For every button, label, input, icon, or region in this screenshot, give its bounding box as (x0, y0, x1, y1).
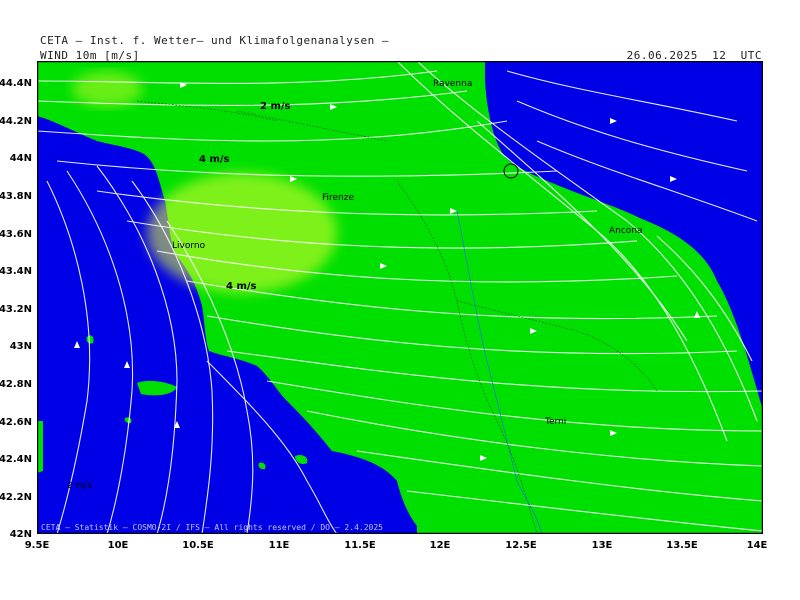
lat-tick-label: 42.8N (0, 379, 32, 390)
lon-tick-label: 13E (591, 540, 613, 551)
speed-label-4ms-north: 4 m/s (199, 154, 230, 165)
high-wind-region-north (72, 71, 142, 107)
lon-tick-label: 9.5E (24, 540, 50, 551)
city-livorno: Livorno (172, 241, 206, 251)
lat-tick-label: 43.4N (0, 266, 32, 277)
city-terni: Terni (545, 417, 567, 427)
city-ravenna: Ravenna (433, 79, 473, 89)
speed-label-4ms-south: 4 m/s (226, 281, 257, 292)
lat-tick-label: 44N (9, 153, 32, 164)
lat-tick-label: 43N (9, 341, 32, 352)
lon-tick-label: 13.5E (666, 540, 698, 551)
lon-tick-label: 12E (429, 540, 451, 551)
copyright-note: CETA – Statistik – COSMO-2I / IFS – All … (41, 523, 383, 532)
lat-tick-label: 44.4N (0, 78, 32, 89)
lat-tick-label: 43.2N (0, 304, 32, 315)
city-ancona: Ancona (609, 226, 643, 236)
lat-tick-label: 42.2N (0, 492, 32, 503)
lat-tick-label: 43.6N (0, 229, 32, 240)
lon-tick-label: 12.5E (505, 540, 537, 551)
lon-tick-label: 11E (268, 540, 290, 551)
lat-tick-label: 42N (9, 529, 32, 540)
lat-tick-label: 43.8N (0, 191, 32, 202)
wind-map: 2 m/s 4 m/s 4 m/s 2 m/s Ravenna Firenze … (37, 61, 763, 534)
lat-tick-label: 42.4N (0, 454, 32, 465)
institution-title: CETA – Inst. f. Wetter– und Klimafolgena… (40, 34, 390, 47)
lon-tick-label: 10.5E (182, 540, 214, 551)
lon-tick-label: 11.5E (344, 540, 376, 551)
lon-tick-label: 10E (107, 540, 129, 551)
high-wind-region (147, 173, 337, 293)
lat-tick-label: 42.6N (0, 417, 32, 428)
city-firenze: Firenze (322, 193, 355, 203)
speed-label-2ms: 2 m/s (260, 101, 291, 112)
lon-tick-label: 14E (746, 540, 768, 551)
lat-tick-label: 44.2N (0, 116, 32, 127)
speed-label-2ms-south: 2 m/s (67, 481, 93, 491)
